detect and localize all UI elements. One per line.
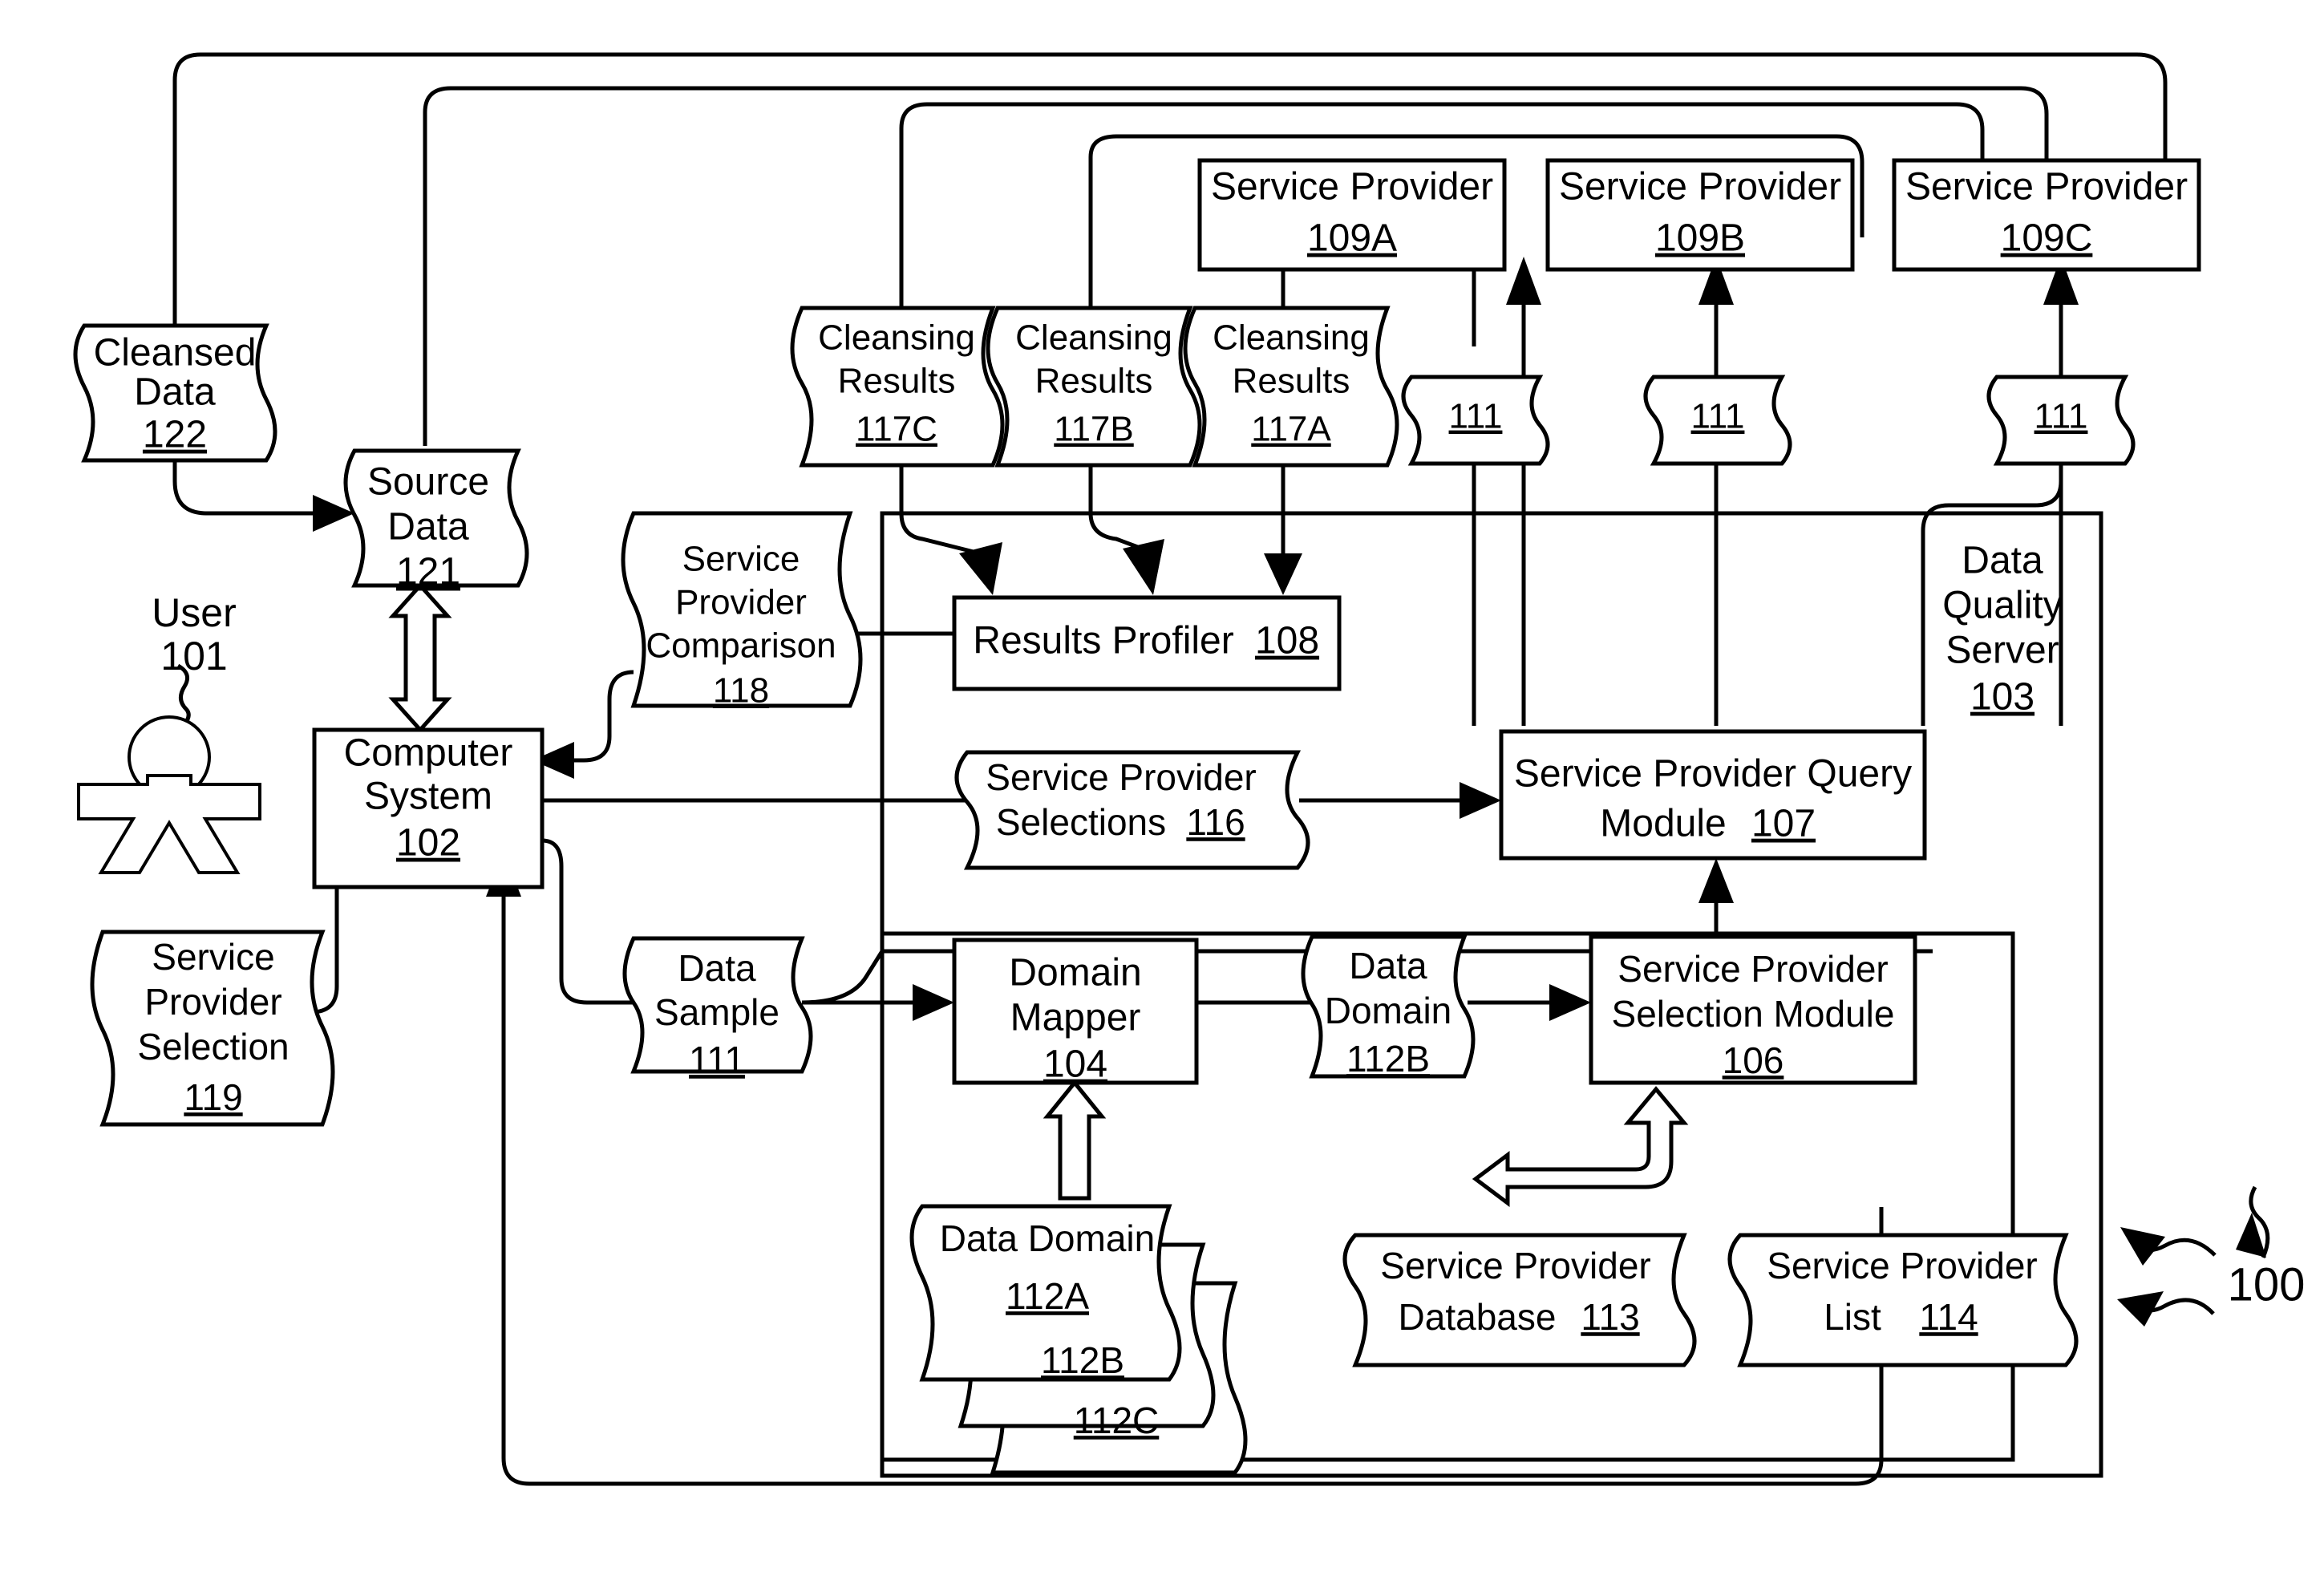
arrowhead-profiler-3 (1264, 553, 1302, 595)
connector-118-to-computer (568, 670, 634, 763)
connector-117c-to-profiler (899, 465, 981, 556)
sp-list-title: Service Provider (1767, 1245, 2037, 1286)
data-sample-title2: Sample (654, 991, 779, 1033)
results-profiler-title: Results Profiler (973, 620, 1233, 662)
cleansed-data-title2: Data (134, 371, 216, 414)
sp-query-title: Service Provider Query (1514, 753, 1912, 796)
sp-query-ref: 107 (1751, 803, 1816, 845)
dqs-title3: Server (1945, 630, 2059, 672)
computer-system-title: Computer (344, 732, 513, 775)
sample-a-ref: 111 (1449, 397, 1503, 436)
computer-system-title2: System (364, 776, 492, 818)
cleansed-data-ref: 122 (143, 414, 207, 456)
cleansing-b-ref: 117B (1054, 410, 1134, 449)
arrowhead-100-upper-left (2120, 1227, 2165, 1266)
connector-computer-to-datasample (541, 838, 634, 1005)
user-label: User (152, 590, 237, 635)
sp-a-title: Service Provider (1211, 166, 1493, 209)
arrowhead-up-sp109a (1506, 257, 1541, 305)
sp-c-title: Service Provider (1905, 166, 2188, 209)
sp-selections-title: Service Provider (986, 756, 1256, 798)
figure-reference-numeral: 100 (2228, 1258, 2306, 1311)
figure-canvas: Cleansed Data 122 Source Data 121 User 1… (73, 52, 2306, 1486)
cleansing-c-title2: Results (838, 362, 956, 401)
cleansing-b-title2: Results (1035, 362, 1153, 401)
sp-selection-title3: Selection (137, 1026, 289, 1067)
dqs-ref: 103 (1970, 676, 2035, 719)
dd-112c-ref: 112C (1074, 1400, 1160, 1441)
sp-a-ref: 109A (1307, 217, 1397, 260)
cleansing-c-title: Cleansing (818, 318, 975, 358)
sp-list-title2: List (1824, 1296, 1881, 1338)
source-data-title2: Data (387, 506, 469, 549)
domain-mapper-title2: Mapper (1010, 997, 1141, 1039)
domain-mapper-ref: 104 (1043, 1043, 1107, 1086)
dd-stack-title: Data Domain (940, 1217, 1155, 1259)
dqs-title: Data (1962, 540, 2043, 582)
user-body-icon (77, 774, 261, 874)
sp-comparison-title: Service (682, 540, 800, 579)
dd-112b-ref: 112B (1346, 1038, 1430, 1080)
cleansing-a-ref: 117A (1251, 410, 1331, 449)
sp-selmodule-title: Service Provider (1617, 948, 1888, 990)
sp-list-ref: 114 (1919, 1296, 1978, 1338)
cleansed-data-title: Cleansed (94, 332, 257, 375)
domain-mapper-title: Domain (1009, 952, 1141, 995)
dd-112b-title2: Domain (1325, 990, 1452, 1031)
sp-selection-title2: Provider (144, 981, 281, 1023)
user-ref: 101 (160, 634, 227, 679)
cleansing-a-title2: Results (1233, 362, 1350, 401)
sp-selmodule-ref: 106 (1723, 1039, 1784, 1081)
node-layer: Cleansed Data 122 Source Data 121 User 1… (73, 158, 2306, 1475)
sp-database-title2: Database (1399, 1296, 1557, 1338)
arrowhead-mapper (913, 984, 954, 1021)
sp-comparison-title2: Provider (675, 583, 807, 622)
arrowhead-selmodule (1549, 984, 1591, 1021)
patent-figure: Cleansed Data 122 Source Data 121 User 1… (0, 0, 2324, 1588)
source-data-ref: 121 (396, 551, 460, 593)
arrowhead-116-query (1460, 782, 1501, 819)
block-arrow-db113-to-selmodule (1472, 1086, 1689, 1207)
connector-117b-to-profiler (1088, 465, 1143, 551)
cleansing-a-title: Cleansing (1213, 318, 1370, 358)
dd-112b-title: Data (1349, 945, 1427, 986)
computer-system-ref: 102 (396, 822, 460, 865)
dd-112a-ref: 112A (1006, 1275, 1089, 1317)
arrowhead-profiler-2 (1123, 539, 1164, 595)
results-profiler-ref: 108 (1255, 620, 1319, 662)
sp-comparison-title3: Comparison (646, 626, 836, 666)
sp-database-title: Service Provider (1380, 1245, 1650, 1286)
sp-comparison-ref: 118 (713, 671, 769, 711)
cleansing-b-title: Cleansing (1015, 318, 1172, 358)
sample-b-ref: 111 (1691, 397, 1745, 436)
arrowhead-query-from-selmodule (1698, 858, 1734, 903)
dqs-title2: Quality (1942, 585, 2062, 627)
sp-database-ref: 113 (1581, 1296, 1639, 1338)
source-data-title: Source (367, 461, 489, 504)
sp-b-ref: 109B (1655, 217, 1745, 260)
sp-selections-title2: Selections (996, 801, 1166, 843)
cleansing-c-ref: 117C (856, 410, 937, 449)
sp-selections-ref: 116 (1186, 801, 1245, 843)
data-sample-title: Data (678, 947, 756, 989)
sp-c-ref: 109C (2001, 217, 2093, 260)
sample-c-ref: 111 (2035, 397, 2088, 436)
connector-cleansed-to-sp109c (172, 52, 2168, 346)
double-arrow-source-computer (388, 582, 452, 733)
sp-query-title2: Module (1600, 803, 1726, 845)
block-arrow-112stack-to-mapper (1043, 1080, 1107, 1201)
sp-b-title: Service Provider (1559, 166, 1841, 209)
sp-selection-ref: 119 (184, 1076, 242, 1118)
connector-cleansed-bottom-to-source (172, 457, 321, 516)
sp-selection-title: Service (152, 936, 274, 978)
sp-selmodule-title2: Selection Module (1612, 993, 1895, 1035)
dd-112b-stack-ref: 112B (1041, 1339, 1124, 1381)
data-sample-ref: 111 (689, 1039, 745, 1080)
